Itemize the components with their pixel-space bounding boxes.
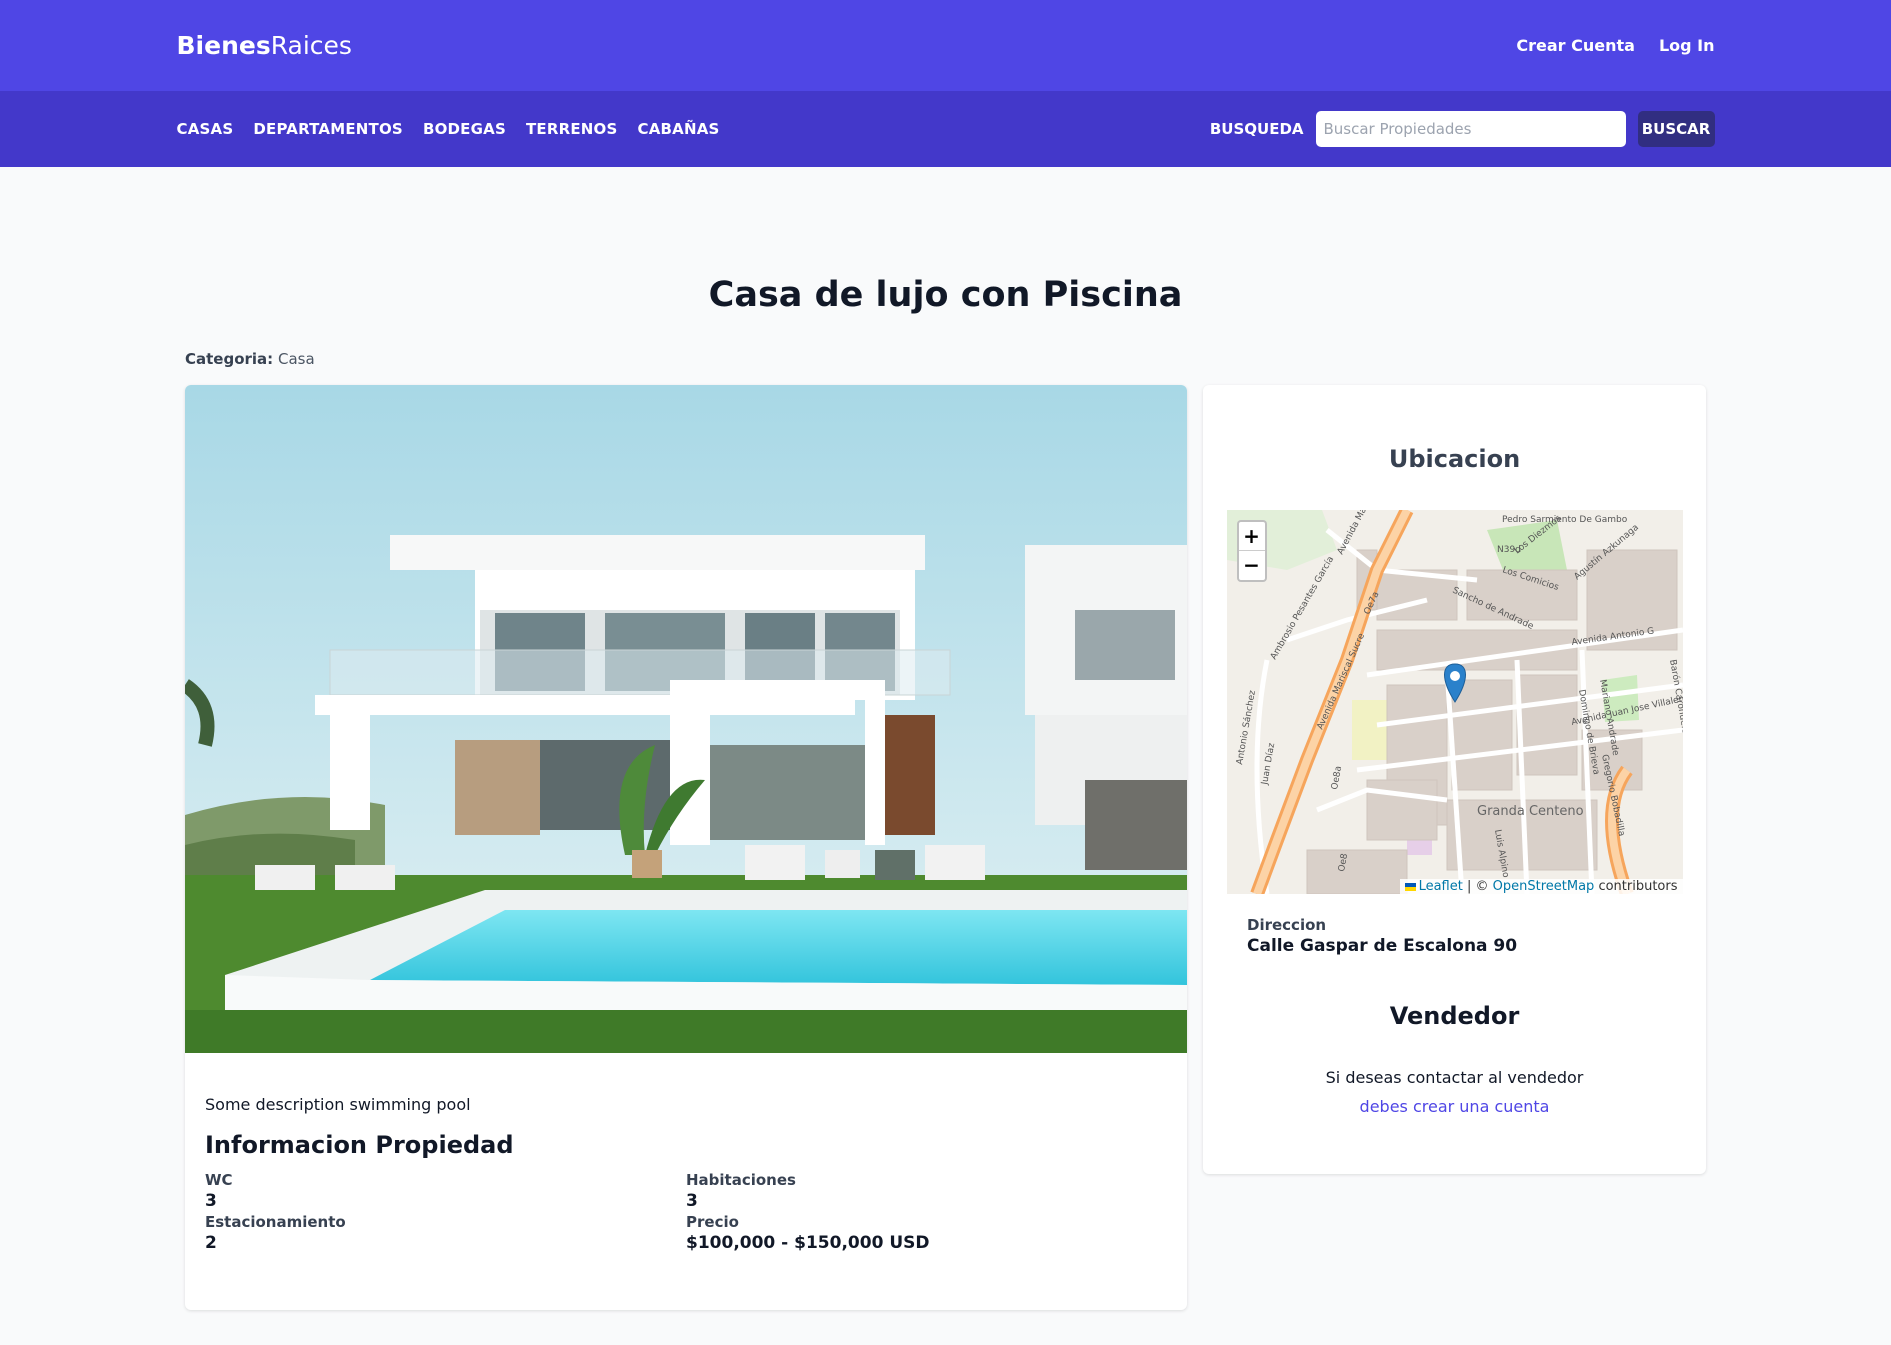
info-wc: WC 3 — [205, 1171, 686, 1211]
leaflet-link[interactable]: Leaflet — [1419, 879, 1463, 894]
nav-item-bodegas[interactable]: BODEGAS — [423, 120, 506, 138]
attribution-tail: contributors — [1598, 879, 1678, 894]
osm-link[interactable]: OpenStreetMap — [1493, 879, 1595, 894]
category-nav: CASAS DEPARTAMENTOS BODEGAS TERRENOS CAB… — [177, 120, 720, 138]
nav-item-casas[interactable]: CASAS — [177, 120, 234, 138]
address-value: Calle Gaspar de Escalona 90 — [1247, 936, 1518, 956]
info-estacionamiento: Estacionamiento 2 — [205, 1213, 686, 1253]
category-navbar: CASAS DEPARTAMENTOS BODEGAS TERRENOS CAB… — [0, 91, 1891, 167]
search-label: BUSQUEDA — [1209, 120, 1304, 138]
seller-contact-link-wrap: debes crear una cuenta — [1203, 1097, 1706, 1116]
main-content: Casa de lujo con Piscina Categoria: Casa — [185, 273, 1706, 1310]
login-link[interactable]: Log In — [1659, 36, 1715, 55]
brand-bold: Bienes — [176, 31, 271, 60]
property-details: Some description swimming pool Informaci… — [185, 1053, 1187, 1253]
search-button[interactable]: BUSCAR — [1637, 111, 1715, 147]
seller-contact-text: Si deseas contactar al vendedor — [1325, 1068, 1584, 1087]
info-label: Estacionamiento — [205, 1213, 346, 1231]
search-form: BUSQUEDA BUSCAR — [1210, 111, 1715, 147]
search-input[interactable] — [1315, 111, 1626, 147]
category-label: Categoria: — [185, 350, 274, 368]
info-grid: WC 3 Habitaciones 3 Estacionamiento 2 Pr… — [205, 1171, 1167, 1253]
info-heading: Informacion Propiedad — [205, 1131, 514, 1159]
nav-item-departamentos[interactable]: DEPARTAMENTOS — [253, 120, 403, 138]
info-label: Habitaciones — [686, 1171, 796, 1189]
map-label-n39d: N39d — [1497, 545, 1521, 555]
property-photo — [185, 385, 1187, 1053]
info-label: Precio — [686, 1213, 739, 1231]
brand-light: Raices — [270, 31, 352, 60]
zoom-control: + − — [1236, 520, 1267, 582]
page-title: Casa de lujo con Piscina — [708, 275, 1183, 315]
info-value: 3 — [205, 1191, 217, 1211]
attribution-separator: | © — [1466, 879, 1489, 894]
category-line: Categoria: Casa — [185, 350, 1706, 370]
create-account-cta-link[interactable]: debes crear una cuenta — [1360, 1097, 1550, 1116]
location-map[interactable]: Avenida Marisc Avenida Mariscal Sucre Pe… — [1226, 510, 1683, 894]
property-description: Some description swimming pool — [205, 1095, 471, 1114]
location-heading: Ubicacion — [1388, 445, 1521, 473]
nav-item-terrenos[interactable]: TERRENOS — [526, 120, 618, 138]
info-precio: Precio $100,000 - $150,000 USD — [686, 1213, 1086, 1253]
address-label: Direccion — [1247, 916, 1327, 934]
top-header: BienesRaices Crear Cuenta Log In — [0, 0, 1891, 91]
nav-item-cabanas[interactable]: CABAÑAS — [638, 120, 720, 138]
create-account-link[interactable]: Crear Cuenta — [1516, 36, 1635, 55]
brand-logo[interactable]: BienesRaices — [177, 31, 352, 60]
zoom-out-button[interactable]: − — [1239, 551, 1265, 580]
seller-heading: Vendedor — [1389, 1002, 1520, 1030]
location-card: Ubicacion Avenida Marisc Avenida Marisca… — [1203, 385, 1706, 1174]
property-card: Some description swimming pool Informaci… — [185, 385, 1187, 1310]
info-value: 2 — [205, 1233, 217, 1253]
map-label-pedro: Pedro Sarmiento De Gambo — [1502, 515, 1628, 525]
address-block: Direccion Calle Gaspar de Escalona 90 — [1203, 894, 1706, 956]
map-attribution: Leaflet | © OpenStreetMap contributors — [1399, 879, 1683, 894]
content-grid: Some description swimming pool Informaci… — [185, 385, 1706, 1310]
house-image — [185, 385, 1187, 1053]
auth-links: Crear Cuenta Log In — [1516, 36, 1714, 55]
info-value: $100,000 - $150,000 USD — [686, 1233, 930, 1253]
ukraine-flag-icon — [1404, 882, 1416, 891]
info-habitaciones: Habitaciones 3 — [686, 1171, 1086, 1211]
info-label: WC — [205, 1171, 233, 1189]
info-value: 3 — [686, 1191, 698, 1211]
map-label-district: Granda Centeno — [1477, 804, 1584, 819]
zoom-in-button[interactable]: + — [1238, 522, 1265, 551]
map-tiles: Avenida Marisc Avenida Mariscal Sucre Pe… — [1226, 510, 1683, 894]
category-value: Casa — [277, 350, 315, 368]
